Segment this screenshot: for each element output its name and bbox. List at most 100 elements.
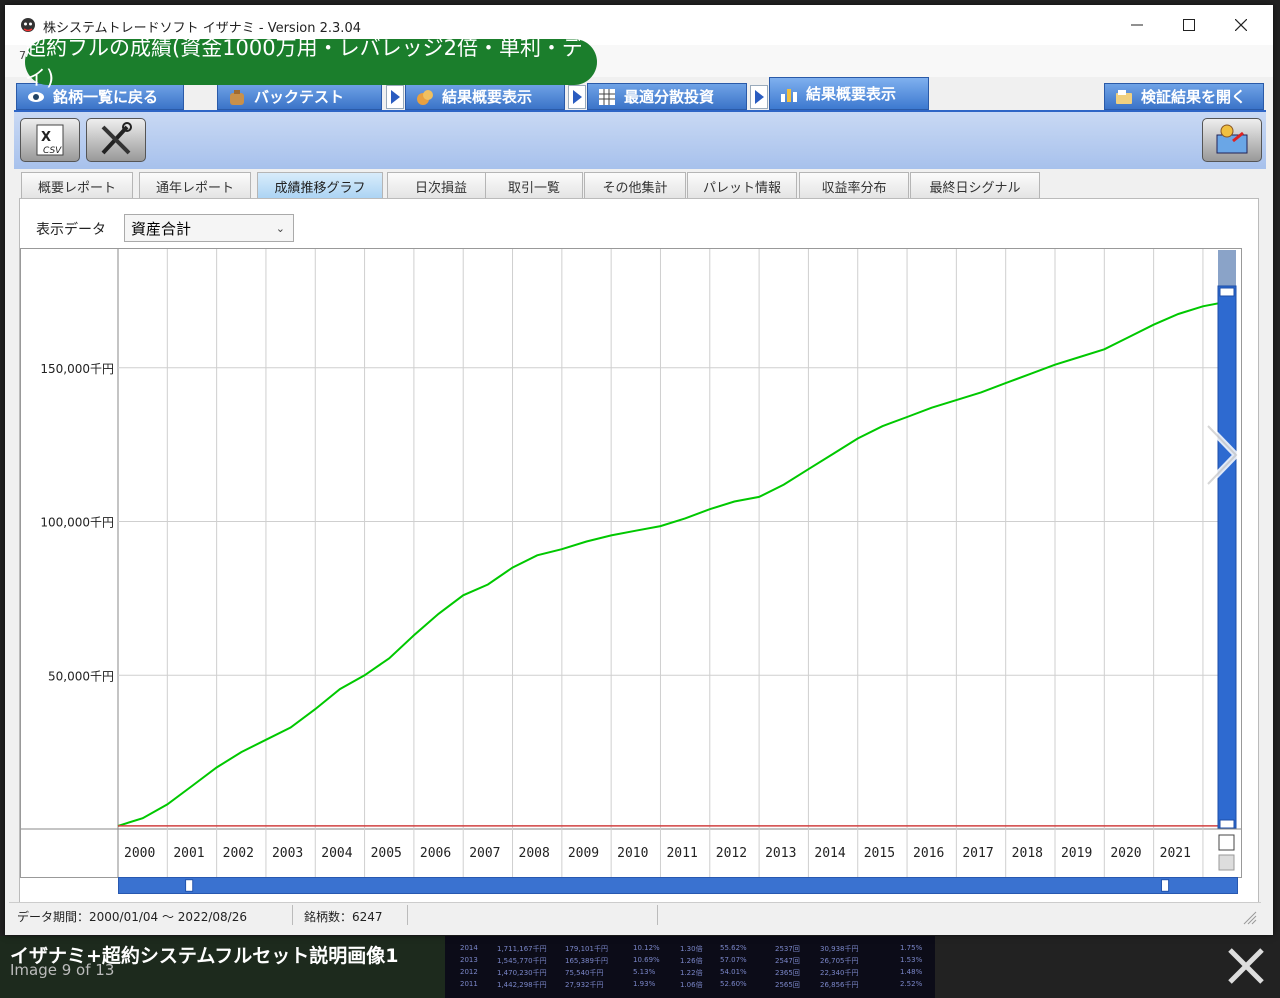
hscroll-handle-right[interactable] (1161, 879, 1170, 892)
x-tick-label: 2007 (469, 846, 500, 861)
step-label: 結果概要表示 (806, 85, 897, 103)
bg-table-cell: 27,932千円 (565, 981, 604, 989)
x-tick-label: 2020 (1110, 846, 1141, 861)
equity-chart-svg: 2000 2001 2002 2003 2004 2005 2006 2007 2008 2009… (21, 249, 1241, 877)
display-data-value: 資産合計 (131, 219, 192, 238)
bg-table-cell: 26,856千円 (820, 981, 859, 989)
bg-table-cell: 1.48% (900, 968, 923, 976)
x-tick-label: 2001 (173, 846, 204, 861)
open-results-button[interactable]: 検証結果を開く (1104, 83, 1264, 110)
close-button[interactable] (1215, 5, 1267, 45)
tab-trade-list[interactable]: 取引一覧 (485, 172, 583, 200)
x-tick-label: 2002 (223, 846, 254, 861)
bg-table-cell: 2.52% (900, 980, 923, 988)
tab-palette-info[interactable]: パレット情報 (687, 172, 797, 200)
tools-icon (101, 122, 132, 155)
next-image-arrow-icon[interactable] (1196, 420, 1246, 490)
chevron-down-icon: ⌄ (275, 222, 285, 235)
x-tick-label: 2006 (420, 846, 451, 861)
bg-table-cell: 57.07% (720, 956, 747, 964)
export-button[interactable] (1202, 118, 1262, 162)
bg-table-cell: 1,545,770千円 (497, 957, 547, 965)
x-tick-label: 2013 (765, 846, 796, 861)
bg-table-cell: 2011 (460, 980, 478, 988)
overlay-caption: 超約フルの成績(資金1000万用・レバレッジ2倍・単利・デイ) (25, 36, 597, 90)
y-tick-label: 150,000千円 (40, 362, 114, 376)
tab-summary-report[interactable]: 概要レポート (21, 172, 133, 200)
bg-table-cell: 1.30倍 (680, 945, 703, 953)
bg-table-cell: 26,705千円 (820, 957, 859, 965)
x-tick-label: 2016 (913, 846, 944, 861)
minimize-button[interactable] (1111, 5, 1163, 45)
zoom-box-icon[interactable] (1218, 834, 1235, 851)
step-arrow (750, 85, 768, 109)
svg-text:CSV: CSV (43, 146, 62, 156)
x-tick-label: 2010 (617, 846, 648, 861)
background-results-table: 2014 1,711,167千円 179,101千円 10.12% 1.30倍 55.62… (445, 936, 935, 998)
bg-table-cell: 10.69% (633, 956, 660, 964)
chart-horizontal-scrollbar[interactable] (118, 877, 1238, 894)
x-tick-label: 2004 (321, 846, 352, 861)
x-tick-label: 2009 (568, 846, 599, 861)
csv-export-icon: X CSV (36, 124, 64, 156)
bg-table-cell: 2537回 (775, 945, 800, 953)
lightbox-close-icon[interactable] (1224, 944, 1268, 988)
tab-performance-graph[interactable]: 成績推移グラフ (257, 172, 383, 200)
bg-table-cell: 1,442,298千円 (497, 981, 547, 989)
bg-table-cell: 179,101千円 (565, 945, 608, 953)
bg-table-cell: 1.93% (633, 980, 656, 988)
bg-table-cell: 1,470,230千円 (497, 969, 547, 977)
step-label: 検証結果を開く (1141, 88, 1247, 106)
scroll-up-track (1218, 250, 1236, 286)
csv-export-button[interactable]: X CSV (20, 118, 80, 162)
x-tick-label: 2005 (371, 846, 402, 861)
scroll-handle-top[interactable] (1219, 287, 1235, 297)
bg-table-cell: 5.13% (633, 968, 656, 976)
x-tick-label: 2017 (962, 846, 993, 861)
bg-table-cell: 2014 (460, 944, 478, 952)
bg-table-cell: 1.06倍 (680, 981, 703, 989)
x-tick-label: 2008 (519, 846, 550, 861)
minimize-icon (1131, 24, 1143, 26)
bg-table-cell: 2012 (460, 968, 478, 976)
bg-table-cell: 75,540千円 (565, 969, 604, 977)
report-tabs: 概要レポート 通年レポート 成績推移グラフ 日次損益 取引一覧 その他集計 パレ… (19, 168, 1259, 200)
status-bar: データ期間：2000/01/04 〜 2022/08/26 銘柄数：6247 (9, 902, 1261, 927)
maximize-button[interactable] (1163, 5, 1215, 45)
tab-last-day-signal[interactable]: 最終日シグナル (910, 172, 1040, 200)
open-folder-icon (1116, 89, 1132, 104)
step-label: 最適分散投資 (624, 88, 715, 106)
resize-grip-icon[interactable] (1243, 911, 1257, 925)
bg-table-cell: 30,938千円 (820, 945, 859, 953)
svg-text:X: X (41, 130, 51, 145)
x-tick-label: 2018 (1012, 846, 1043, 861)
bg-table-cell: 22,340千円 (820, 969, 859, 977)
display-data-select[interactable]: 資産合計 ⌄ (124, 214, 294, 242)
step-optimal-diversification[interactable]: 最適分散投資 (587, 83, 747, 110)
step-summary-2[interactable]: 結果概要表示 (769, 77, 929, 110)
chart-vertical-scrollbar[interactable] (1216, 250, 1240, 880)
x-tick-label: 2003 (272, 846, 303, 861)
equity-chart: 2000 2001 2002 2003 2004 2005 2006 2007 2008 2009… (20, 248, 1242, 878)
tab-annual-report[interactable]: 通年レポート (139, 172, 251, 200)
app-logo-icon (21, 18, 35, 32)
tab-return-distribution[interactable]: 収益率分布 (799, 172, 909, 200)
bg-table-cell: 1.26倍 (680, 957, 703, 965)
bg-table-cell: 2565回 (775, 981, 800, 989)
scroll-handle-bottom[interactable] (1219, 819, 1235, 829)
bg-table-cell: 1,711,167千円 (497, 945, 547, 953)
bg-table-cell: 1.75% (900, 944, 923, 952)
x-tick-label: 2015 (864, 846, 895, 861)
tools-button[interactable] (86, 118, 146, 162)
scroll-thumb[interactable] (1217, 285, 1237, 829)
x-tick-label: 2012 (716, 846, 747, 861)
tab-daily-pnl[interactable]: 日次損益 (387, 172, 495, 200)
x-tick-label: 2019 (1061, 846, 1092, 861)
hscroll-handle-left[interactable] (185, 879, 194, 892)
y-tick-label: 100,000千円 (40, 516, 114, 530)
lightbox-counter: Image 9 of 13 (10, 961, 115, 979)
bg-table-cell: 10.12% (633, 944, 660, 952)
bg-table-cell: 165,389千円 (565, 957, 608, 965)
tab-other-stats[interactable]: その他集計 (584, 172, 686, 200)
symbol-count: 銘柄数：6247 (304, 910, 383, 924)
